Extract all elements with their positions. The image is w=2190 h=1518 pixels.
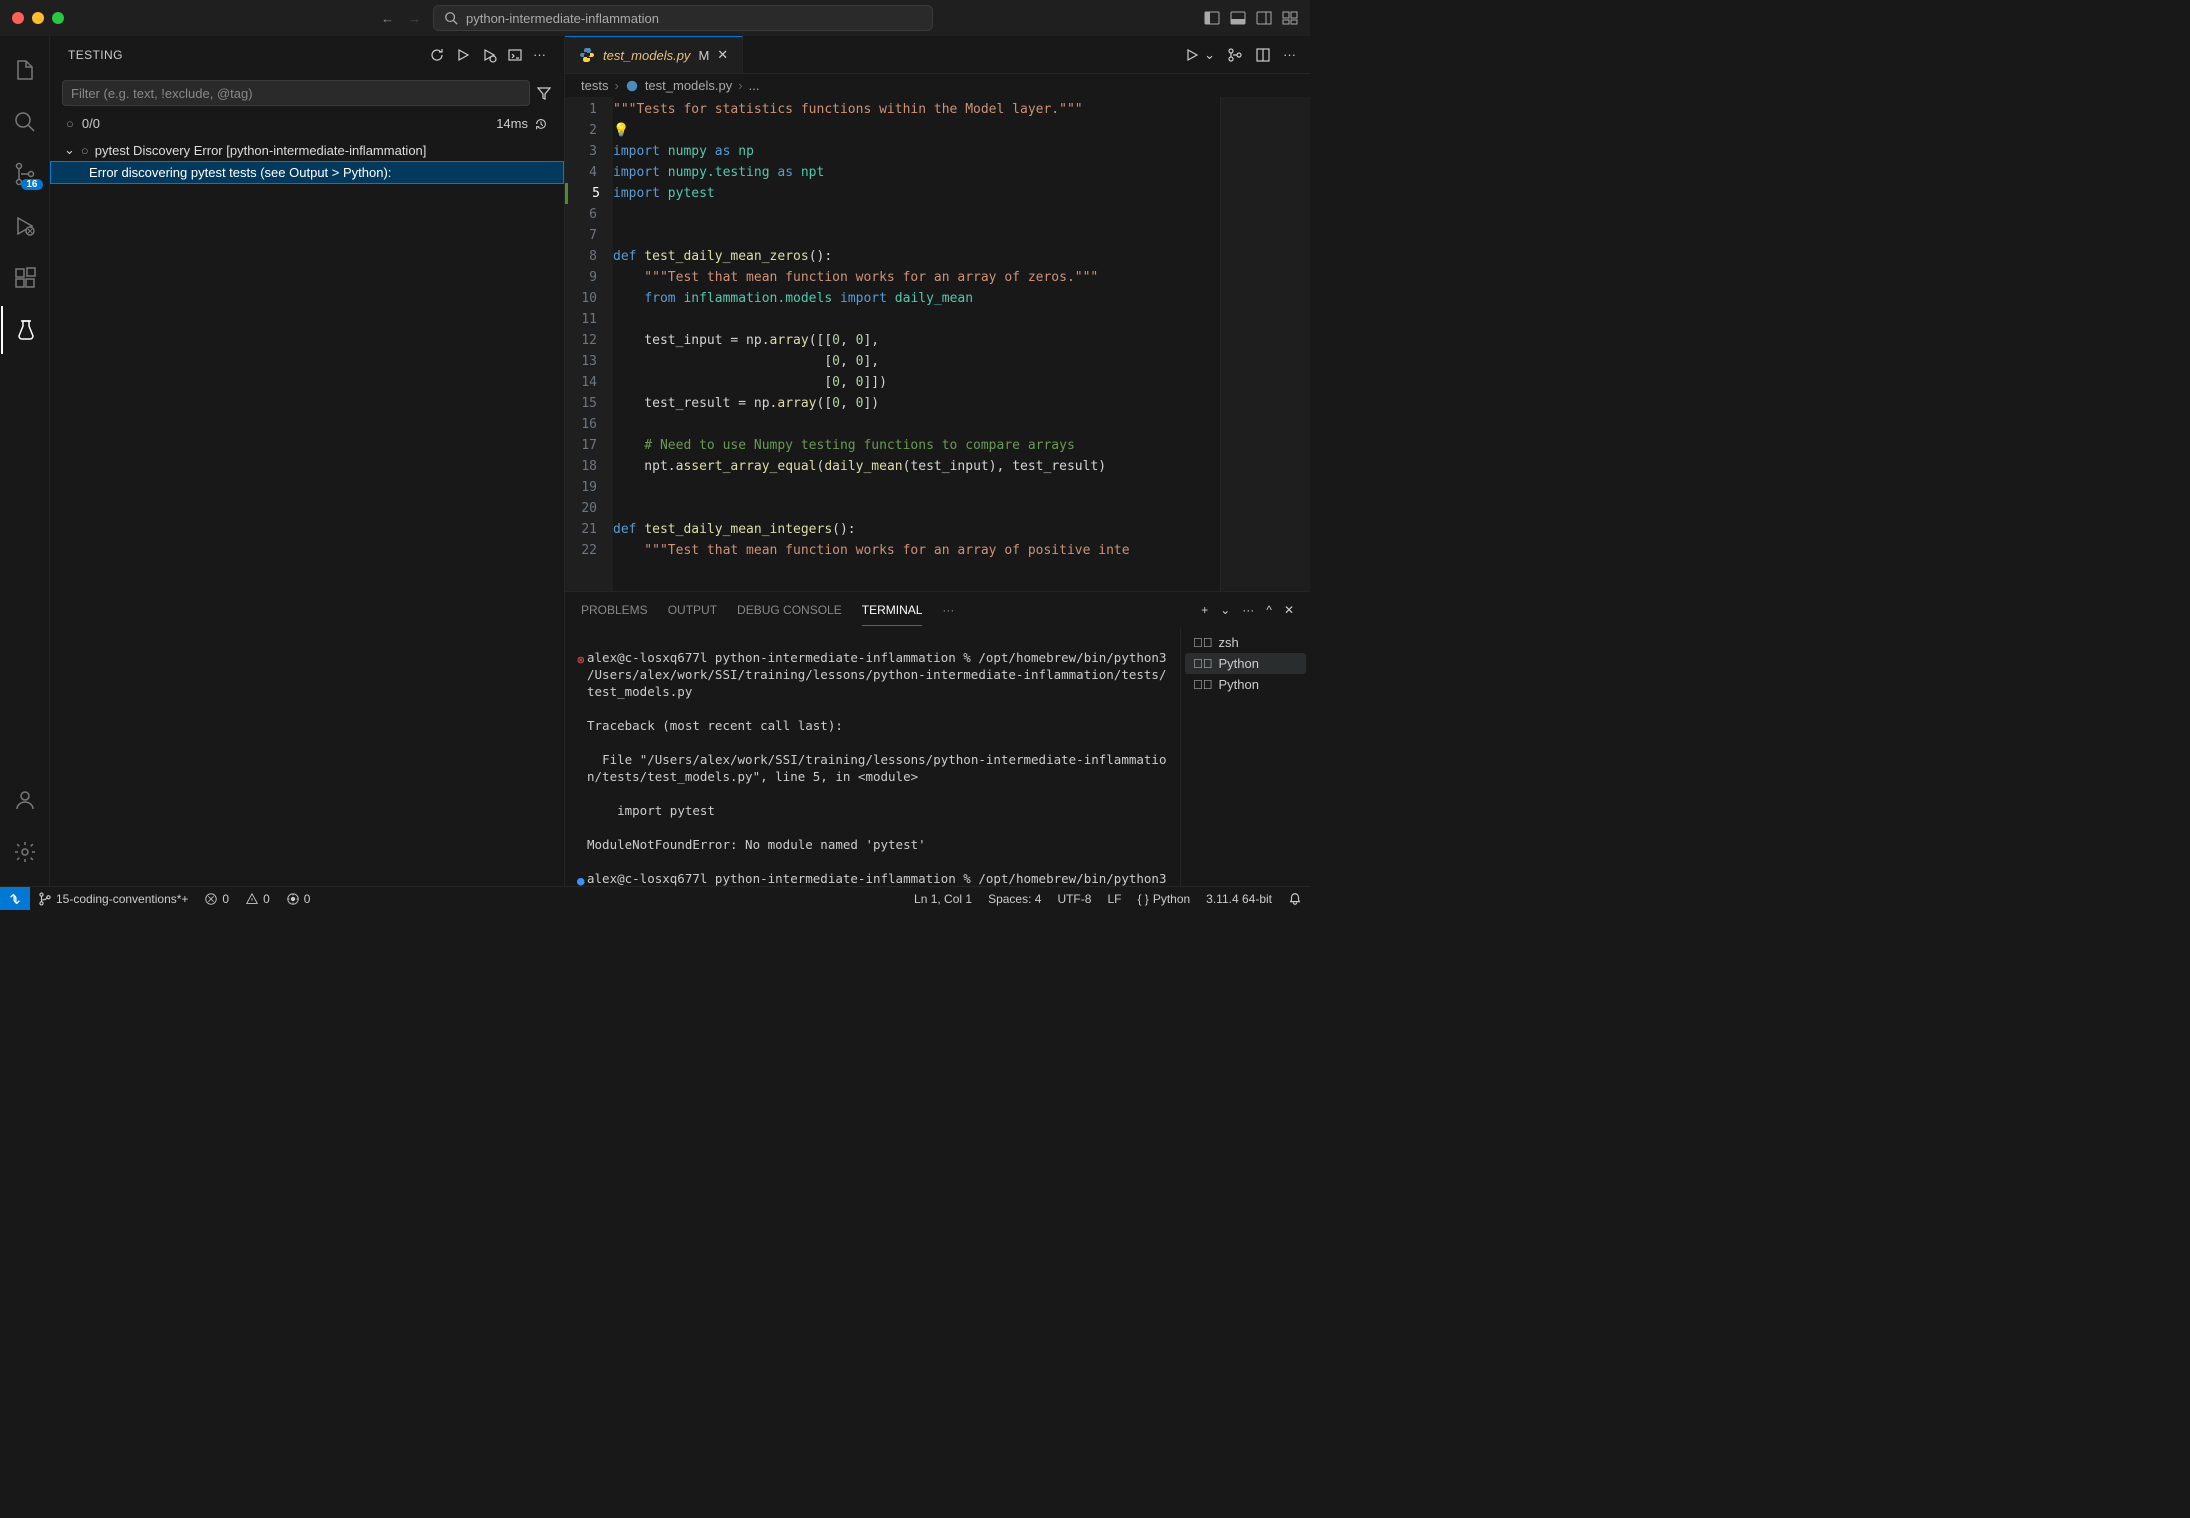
command-center[interactable]: python-intermediate-inflammation <box>433 5 933 31</box>
new-terminal-icon[interactable]: + <box>1201 603 1208 617</box>
panel-more-icon[interactable]: ··· <box>1242 603 1254 617</box>
tree-error-item[interactable]: Error discovering pytest tests (see Outp… <box>50 161 564 184</box>
terminal-dropdown-icon[interactable]: ⌄ <box>1220 603 1230 617</box>
customize-layout-icon[interactable] <box>1282 10 1298 26</box>
search-icon <box>444 11 458 25</box>
cursor-position[interactable]: Ln 1, Col 1 <box>906 892 980 906</box>
run-dropdown-icon[interactable]: ⌄ <box>1204 47 1215 63</box>
python-file-icon <box>625 79 639 93</box>
maximize-panel-icon[interactable]: ^ <box>1266 603 1272 617</box>
chevron-down-icon: ⌄ <box>64 142 75 158</box>
errors-count[interactable]: 0 <box>196 892 237 906</box>
notifications-icon[interactable] <box>1280 892 1310 906</box>
more-actions-icon[interactable]: ··· <box>533 47 546 63</box>
toggle-panel-icon[interactable] <box>1230 10 1246 26</box>
split-editor-icon[interactable] <box>1255 47 1271 63</box>
source-control-badge: 16 <box>21 179 42 190</box>
terminal-item-python[interactable]: ❯⃞Python <box>1185 653 1306 674</box>
search-icon[interactable] <box>1 98 49 146</box>
language-mode[interactable]: { }Python <box>1129 892 1198 906</box>
test-count: 0/0 <box>82 116 100 131</box>
indentation[interactable]: Spaces: 4 <box>980 892 1049 906</box>
encoding[interactable]: UTF-8 <box>1049 892 1099 906</box>
more-editor-icon[interactable]: ··· <box>1283 47 1296 62</box>
accounts-icon[interactable] <box>1 776 49 824</box>
forward-arrow-icon[interactable]: → <box>404 7 425 30</box>
python-version[interactable]: 3.11.4 64-bit <box>1198 892 1280 906</box>
eol[interactable]: LF <box>1099 892 1129 906</box>
terminal-icon: ❯⃞ <box>1193 677 1213 692</box>
minimize-window[interactable] <box>32 12 44 24</box>
terminal-item-zsh[interactable]: ❯⃞zsh <box>1185 632 1306 653</box>
close-window[interactable] <box>12 12 24 24</box>
python-file-icon <box>579 47 595 63</box>
git-branch[interactable]: 15-coding-conventions*+ <box>30 892 196 906</box>
debug-console-tab[interactable]: DEBUG CONSOLE <box>737 595 842 625</box>
source-control-icon[interactable]: 16 <box>1 150 49 198</box>
tab-modified: M <box>698 48 709 63</box>
search-text: python-intermediate-inflammation <box>466 11 659 26</box>
run-file-icon[interactable] <box>1184 47 1200 63</box>
output-tab[interactable]: OUTPUT <box>668 595 717 625</box>
back-arrow-icon[interactable]: ← <box>377 7 398 30</box>
toggle-primary-sidebar-icon[interactable] <box>1204 10 1220 26</box>
problems-tab[interactable]: PROBLEMS <box>581 595 648 625</box>
nav-arrows: ← → <box>377 7 425 30</box>
status-bar: 15-coding-conventions*+ 0 0 0 Ln 1, Col … <box>0 886 1310 910</box>
close-tab-icon[interactable]: ✕ <box>717 47 728 63</box>
run-tests-icon[interactable] <box>455 47 471 63</box>
bottom-panel: PROBLEMS OUTPUT DEBUG CONSOLE TERMINAL ·… <box>565 591 1310 886</box>
tree-root-item[interactable]: ⌄ ○ pytest Discovery Error [python-inter… <box>50 139 564 161</box>
run-debug-icon[interactable] <box>1 202 49 250</box>
close-panel-icon[interactable]: ✕ <box>1284 603 1294 617</box>
history-icon[interactable] <box>534 117 548 131</box>
extensions-icon[interactable] <box>1 254 49 302</box>
maximize-window[interactable] <box>52 12 64 24</box>
diff-icon[interactable] <box>1227 47 1243 63</box>
code-content[interactable]: """Tests for statistics functions within… <box>613 97 1220 591</box>
filter-input[interactable] <box>62 80 530 106</box>
filter-icon[interactable] <box>536 80 552 106</box>
terminal-icon: ❯⃞ <box>1193 635 1213 650</box>
refresh-tests-icon[interactable] <box>429 47 445 63</box>
terminal-icon: ❯⃞ <box>1193 656 1213 671</box>
tree-error-label: Error discovering pytest tests (see Outp… <box>89 165 391 180</box>
traffic-lights <box>12 12 64 24</box>
activity-bar: 16 <box>0 36 50 886</box>
terminal-list: ❯⃞zsh ❯⃞Python ❯⃞Python <box>1180 628 1310 886</box>
tab-filename: test_models.py <box>603 48 690 63</box>
layout-controls <box>1204 10 1298 26</box>
settings-gear-icon[interactable] <box>1 828 49 876</box>
editor-tabs: test_models.py M ✕ ⌄ ··· <box>565 36 1310 74</box>
breadcrumb[interactable]: tests› test_models.py› ... <box>565 74 1310 97</box>
testing-icon[interactable] <box>1 306 49 354</box>
editor[interactable]: 12345678910111213141516171819202122 """T… <box>565 97 1310 591</box>
tree-root-label: pytest Discovery Error [python-intermedi… <box>95 143 427 158</box>
testing-sidebar: TESTING ··· ○0/0 14ms ⌄ ○ pytest Discove… <box>50 36 565 886</box>
terminal-output[interactable]: ⊗alex@c-losxq677l python-intermediate-in… <box>565 628 1180 886</box>
terminal-tab[interactable]: TERMINAL <box>862 595 923 626</box>
title-bar: ← → python-intermediate-inflammation <box>0 0 1310 36</box>
ports-count[interactable]: 0 <box>278 892 319 906</box>
editor-tab[interactable]: test_models.py M ✕ <box>565 36 743 73</box>
terminal-item-python[interactable]: ❯⃞Python <box>1185 674 1306 695</box>
remote-indicator[interactable] <box>0 887 30 910</box>
test-time: 14ms <box>496 116 528 131</box>
panel-more-icon[interactable]: ··· <box>942 595 954 625</box>
sidebar-title: TESTING <box>68 48 123 62</box>
minimap[interactable] <box>1220 97 1310 591</box>
explorer-icon[interactable] <box>1 46 49 94</box>
debug-tests-icon[interactable] <box>481 47 497 63</box>
line-gutter: 12345678910111213141516171819202122 <box>565 97 613 591</box>
show-output-icon[interactable] <box>507 47 523 63</box>
toggle-secondary-sidebar-icon[interactable] <box>1256 10 1272 26</box>
warnings-count[interactable]: 0 <box>237 892 278 906</box>
